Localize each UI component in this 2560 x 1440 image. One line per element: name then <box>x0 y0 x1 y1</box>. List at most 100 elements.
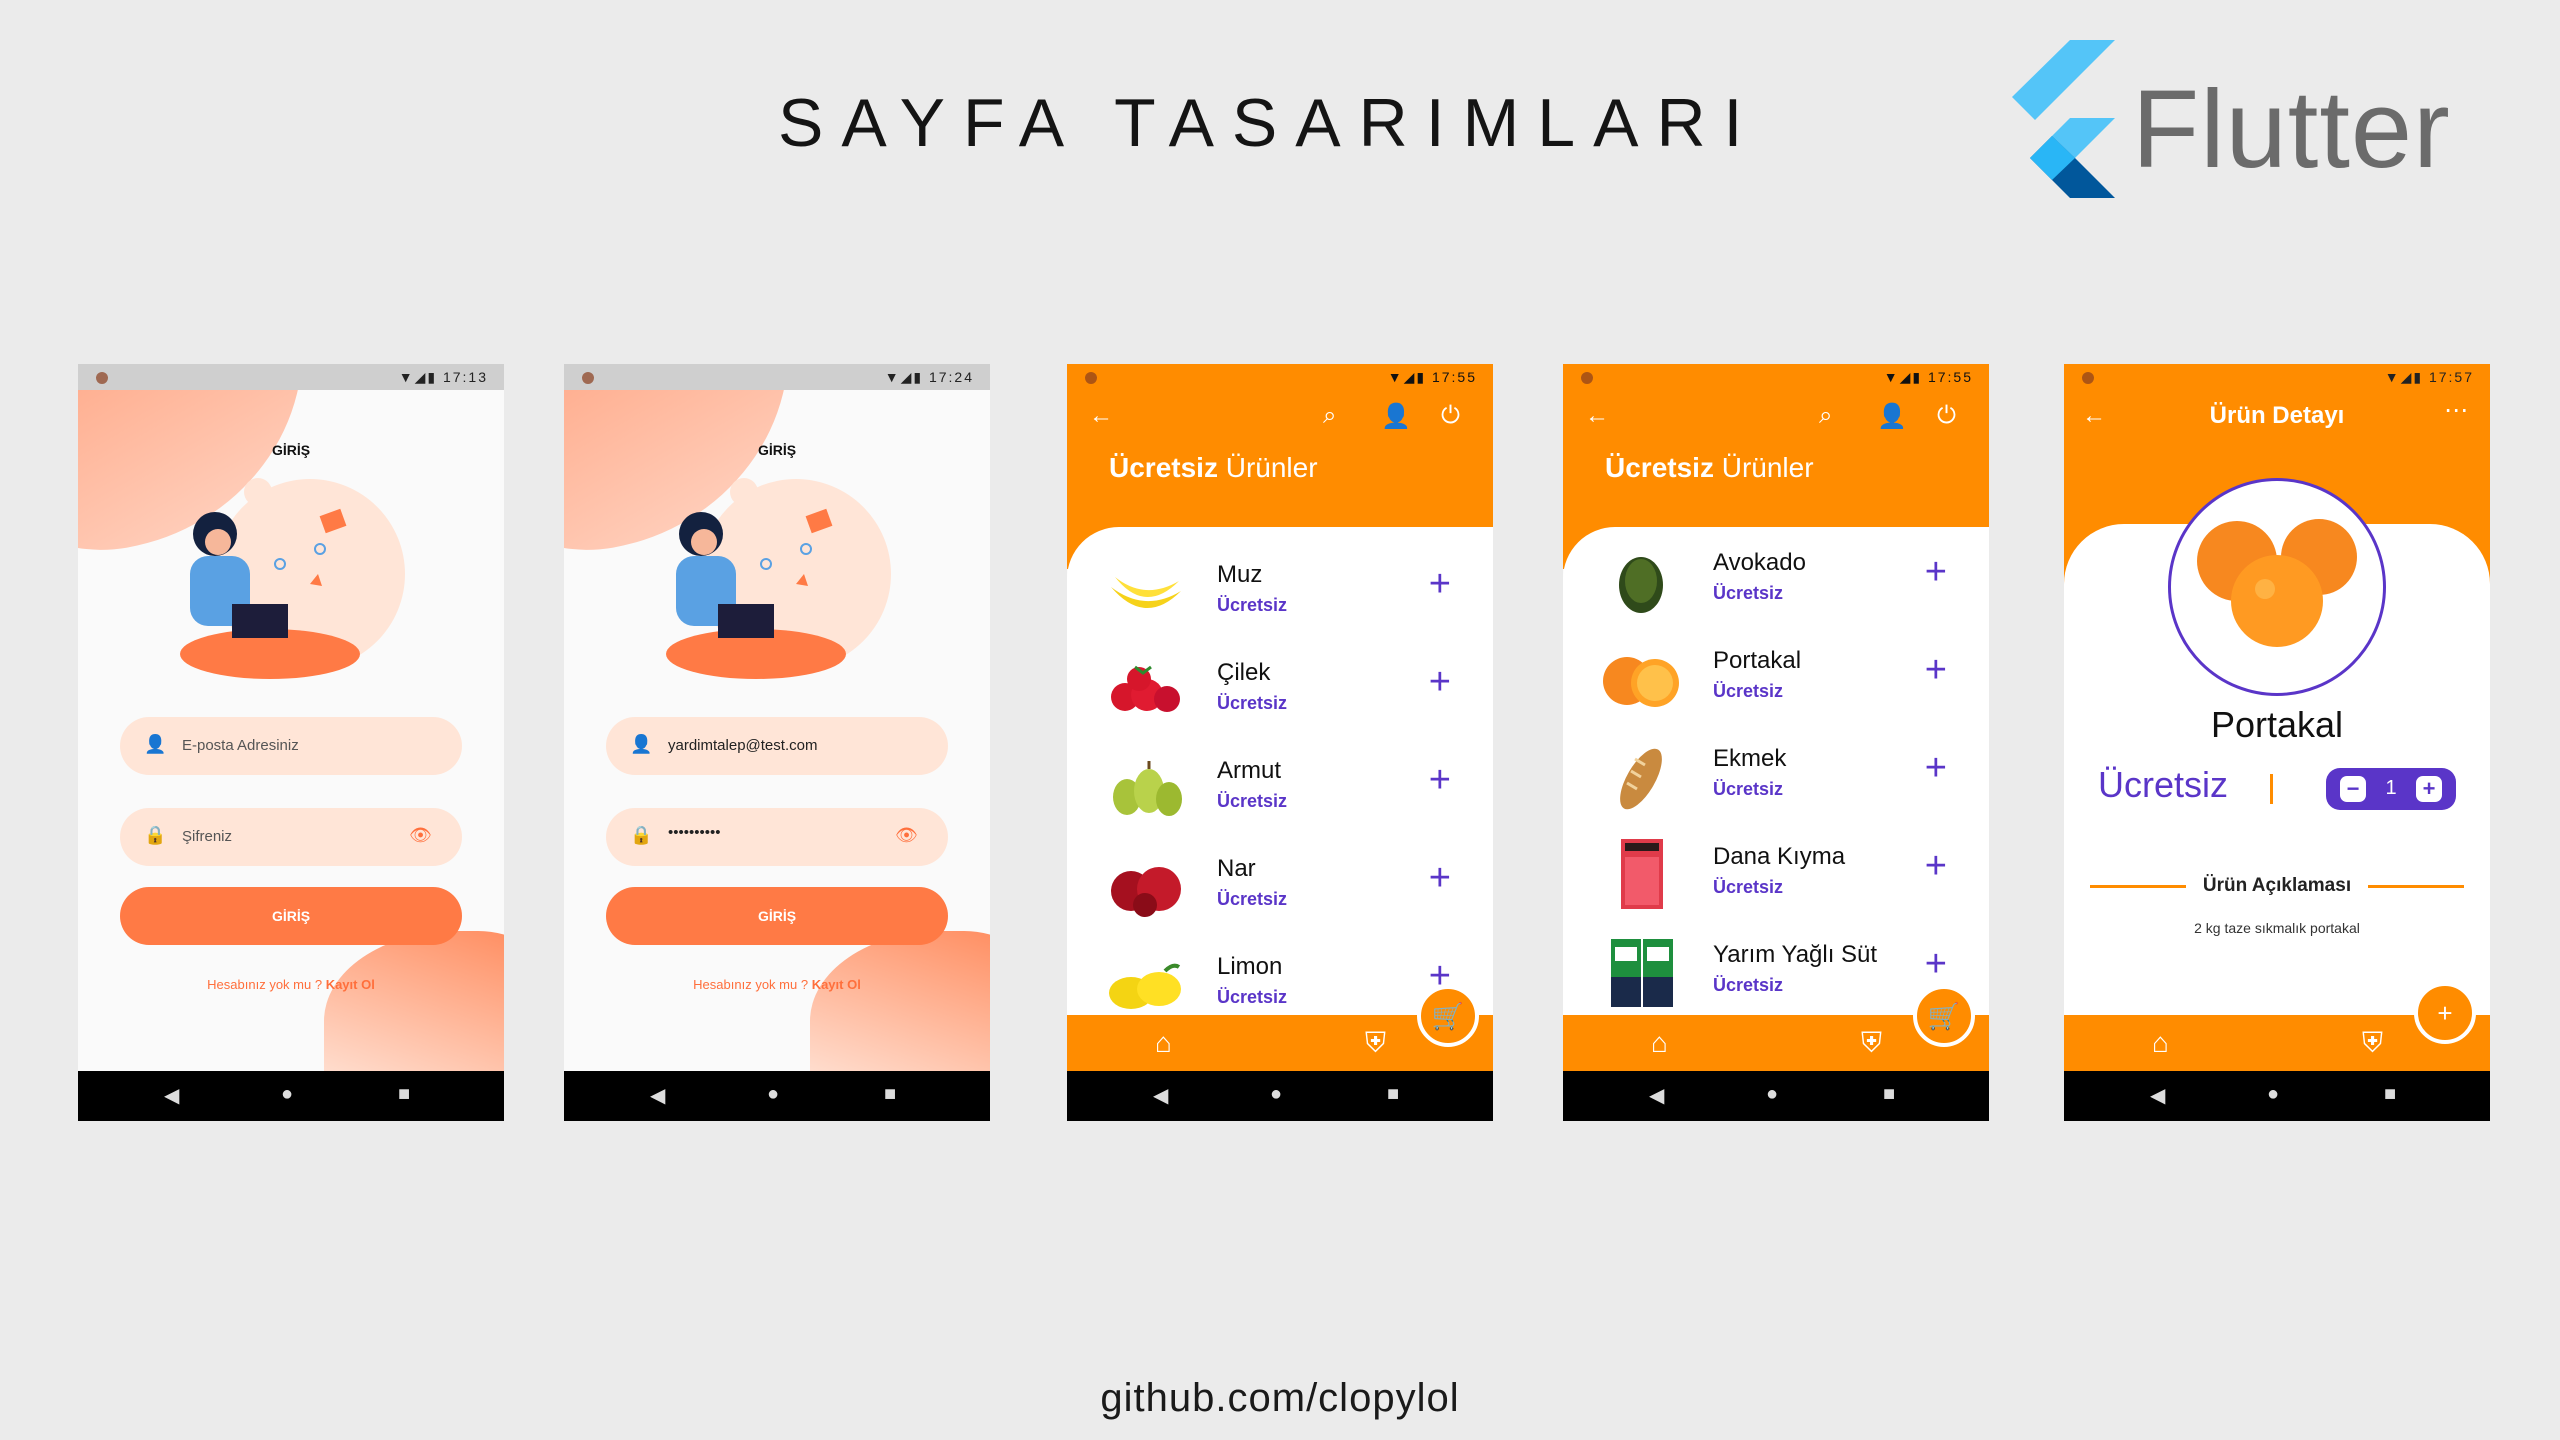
list-item[interactable]: Portakal Ücretsiz + <box>1563 633 1989 731</box>
orange-icon <box>2197 519 2357 647</box>
cart-button[interactable]: 🛒 <box>1417 985 1479 1047</box>
power-icon[interactable]: ⏻ <box>1937 402 1956 430</box>
list-title: Ücretsiz Ürünler <box>1605 452 1814 484</box>
password-field[interactable]: 🔒 •••••••••• 👁 <box>606 808 948 866</box>
recents-nav-icon[interactable]: ■ <box>1883 1083 1895 1106</box>
login-screen-empty: ▼◢▮ 17:13 GİRİŞ 👤 E-posta Adresiniz 🔒 Şi… <box>78 364 504 1121</box>
home-nav-icon[interactable]: ● <box>767 1083 779 1106</box>
login-title: GİRİŞ <box>271 442 311 458</box>
home-nav-icon[interactable]: ● <box>281 1083 293 1106</box>
email-value: yardimtalep@test.com <box>668 737 818 754</box>
email-field[interactable]: 👤 yardimtalep@test.com <box>606 717 948 775</box>
back-nav-icon[interactable]: ◀ <box>2150 1083 2165 1108</box>
email-placeholder: E-posta Adresiniz <box>182 737 299 754</box>
list-item[interactable]: Avokado Ücretsiz + <box>1563 535 1989 633</box>
home-icon[interactable]: ⌂ <box>1651 1027 1668 1059</box>
home-nav-icon[interactable]: ● <box>1766 1083 1778 1106</box>
signup-link[interactable]: Kayıt Ol <box>812 977 861 992</box>
product-image-frame <box>2168 478 2386 696</box>
email-field[interactable]: 👤 E-posta Adresiniz <box>120 717 462 775</box>
profile-icon[interactable]: 👤 <box>1877 402 1907 431</box>
home-icon[interactable]: ⌂ <box>1155 1027 1172 1059</box>
item-price: Ücretsiz <box>1217 791 1288 811</box>
eye-icon[interactable]: 👁 <box>895 825 918 846</box>
lock-icon: 🔒 <box>144 825 167 845</box>
cart-button[interactable]: 🛒 <box>1913 985 1975 1047</box>
description-text: 2 kg taze sıkmalık portakal <box>2194 920 2360 936</box>
add-icon[interactable]: + <box>1925 747 1947 790</box>
banana-icon <box>1111 577 1181 609</box>
notification-icon <box>2082 372 2094 384</box>
back-nav-icon[interactable]: ◀ <box>164 1083 179 1108</box>
add-icon[interactable]: + <box>1429 857 1451 900</box>
signup-link[interactable]: Kayıt Ol <box>326 977 375 992</box>
status-bar: ▼◢▮ 17:57 <box>2064 364 2490 390</box>
description-title: Ürün Açıklaması <box>2202 875 2352 896</box>
add-icon[interactable]: + <box>1925 551 1947 594</box>
eye-icon[interactable]: 👁 <box>409 825 432 846</box>
list-item[interactable]: Armut Ücretsiz + <box>1067 743 1493 841</box>
add-icon[interactable]: + <box>1925 845 1947 888</box>
detail-title: Ürün Detayı <box>2209 402 2345 429</box>
back-arrow-icon[interactable]: ← <box>1089 402 1113 430</box>
status-bar: ▼◢▮ 17:13 <box>78 364 504 390</box>
product-name: Portakal <box>2210 704 2344 745</box>
person-icon: 👤 <box>144 734 167 754</box>
avocado-icon <box>1619 557 1663 613</box>
list-item[interactable]: Ekmek Ücretsiz + <box>1563 731 1989 829</box>
status-bar: ▼◢▮ 17:55 <box>1067 364 1493 390</box>
status-icons: ▼◢▮ 17:55 <box>1387 369 1477 385</box>
back-arrow-icon[interactable]: ← <box>1585 402 1609 430</box>
search-icon[interactable]: ⌕ <box>1323 402 1336 430</box>
power-icon[interactable]: ⏻ <box>1441 402 1460 430</box>
list-title-bold: Ücretsiz <box>1109 452 1218 483</box>
add-icon[interactable]: + <box>1429 563 1451 606</box>
add-icon[interactable]: + <box>1925 649 1947 692</box>
item-name: Dana Kıyma <box>1713 843 1846 870</box>
back-nav-icon[interactable]: ◀ <box>650 1083 665 1108</box>
list-item[interactable]: Çilek Ücretsiz + <box>1067 645 1493 743</box>
shield-icon[interactable]: ⛨ <box>2362 1027 2383 1060</box>
list-item[interactable]: Nar Ücretsiz + <box>1067 841 1493 939</box>
notification-icon <box>1085 372 1097 384</box>
login-button[interactable]: GİRİŞ <box>606 887 948 945</box>
add-icon[interactable]: + <box>1429 759 1451 802</box>
android-nav-bar: ◀ ● ■ <box>1563 1071 1989 1121</box>
home-nav-icon[interactable]: ● <box>2267 1083 2279 1106</box>
recents-nav-icon[interactable]: ■ <box>2384 1083 2396 1106</box>
more-icon[interactable]: ⋯ <box>2444 396 2468 425</box>
login-button[interactable]: GİRİŞ <box>120 887 462 945</box>
milk-carton-icon <box>1611 939 1673 1007</box>
status-icons: ▼◢▮ 17:57 <box>2384 369 2474 385</box>
android-nav-bar: ◀ ● ■ <box>564 1071 990 1121</box>
item-price: Ücretsiz <box>1217 595 1288 615</box>
list-item[interactable]: Dana Kıyma Ücretsiz + <box>1563 829 1989 927</box>
item-price: Ücretsiz <box>1713 877 1784 897</box>
list-item[interactable]: Muz Ücretsiz + <box>1067 547 1493 645</box>
pear-icon <box>1113 761 1182 816</box>
shield-icon[interactable]: ⛨ <box>1365 1027 1386 1060</box>
home-nav-icon[interactable]: ● <box>1270 1083 1282 1106</box>
back-nav-icon[interactable]: ◀ <box>1153 1083 1168 1108</box>
page-title: SAYFA TASARIMLARI <box>778 85 1761 161</box>
add-to-cart-button[interactable]: + <box>2414 982 2476 1044</box>
search-icon[interactable]: ⌕ <box>1819 402 1832 430</box>
github-link[interactable]: github.com/clopylol <box>0 1376 2560 1421</box>
cart-icon: 🛒 <box>1431 1001 1465 1031</box>
android-nav-bar: ◀ ● ■ <box>78 1071 504 1121</box>
profile-icon[interactable]: 👤 <box>1381 402 1411 431</box>
item-price: Ücretsiz <box>1217 987 1288 1007</box>
recents-nav-icon[interactable]: ■ <box>884 1083 896 1106</box>
add-icon[interactable]: + <box>1925 943 1947 986</box>
home-icon[interactable]: ⌂ <box>2152 1027 2169 1059</box>
pomegranate-icon <box>1111 867 1181 917</box>
back-nav-icon[interactable]: ◀ <box>1649 1083 1664 1108</box>
recents-nav-icon[interactable]: ■ <box>398 1083 410 1106</box>
recents-nav-icon[interactable]: ■ <box>1387 1083 1399 1106</box>
password-field[interactable]: 🔒 Şifreniz 👁 <box>120 808 462 866</box>
shield-icon[interactable]: ⛨ <box>1861 1027 1882 1060</box>
status-bar: ▼◢▮ 17:24 <box>564 364 990 390</box>
add-icon[interactable]: + <box>1429 661 1451 704</box>
plus-icon[interactable]: + <box>2416 776 2442 802</box>
status-icons: ▼◢▮ 17:13 <box>398 369 488 385</box>
